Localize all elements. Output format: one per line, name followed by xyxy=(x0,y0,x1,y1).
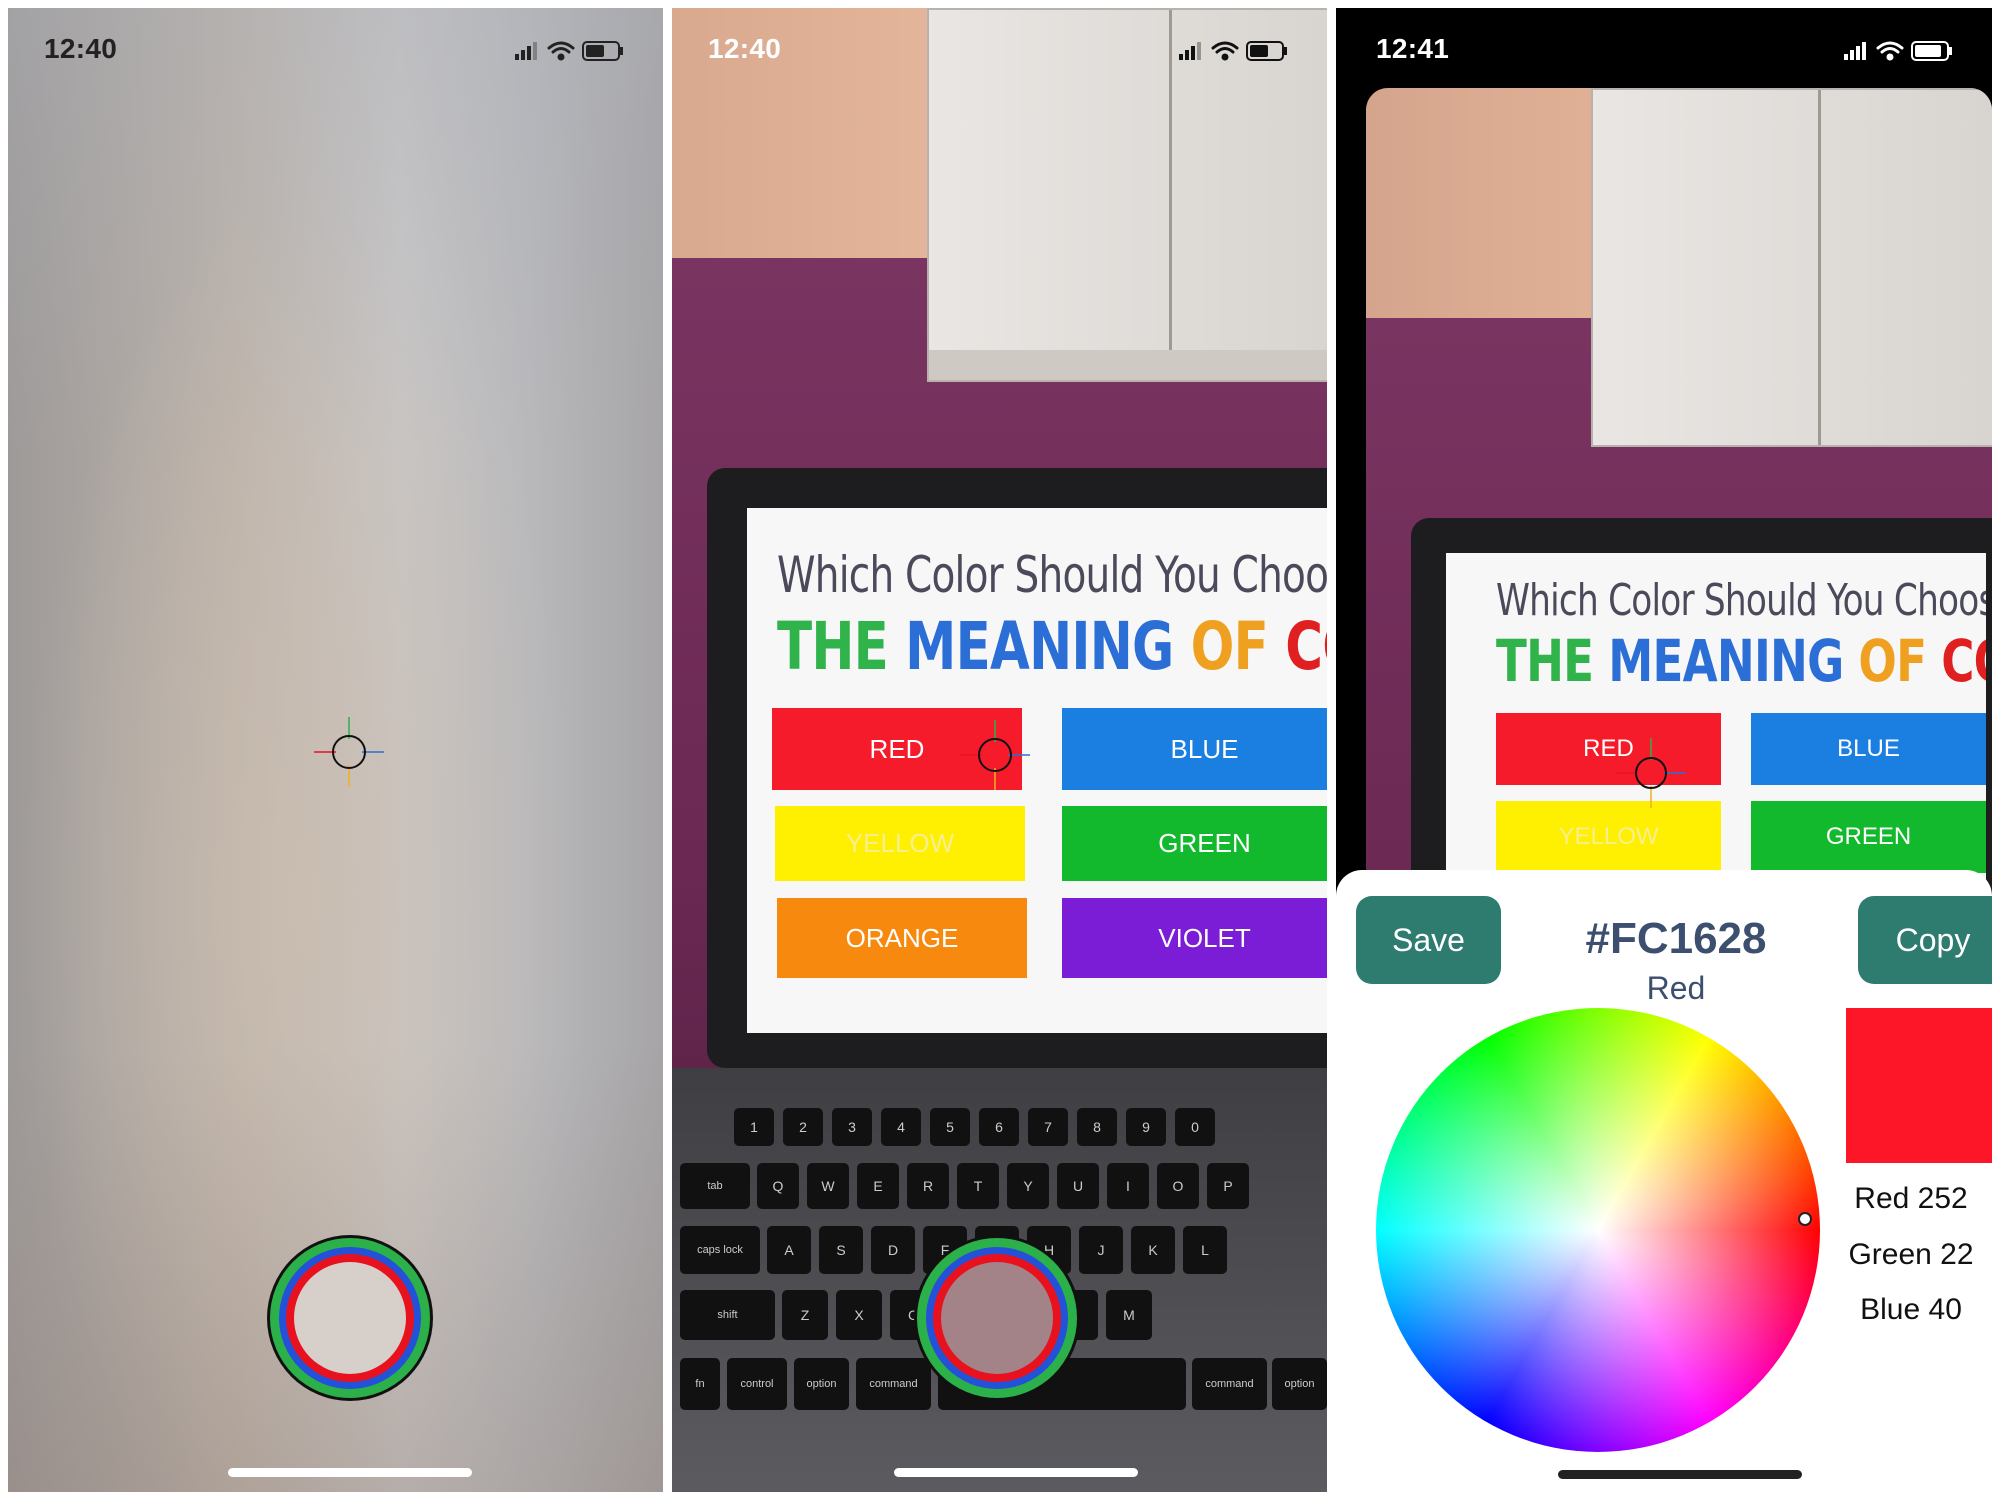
keyboard-key-tab: tab xyxy=(680,1163,750,1209)
keyboard-key: 7 xyxy=(1028,1108,1068,1146)
tile-violet: VIOLET xyxy=(1062,898,1327,978)
keyboard-key: R xyxy=(907,1163,949,1209)
status-icons xyxy=(1179,41,1287,61)
camera-screen-laptop: Which Color Should You Choose? THE MEANI… xyxy=(672,8,1327,1492)
keyboard-key: P xyxy=(1207,1163,1249,1209)
tile-blue: BLUE xyxy=(1062,708,1327,790)
tile-yellow: YELLOW xyxy=(775,806,1025,881)
screen-headline: THE MEANING OF COLORS xyxy=(1496,627,1986,695)
keyboard-key-shift: shift xyxy=(680,1290,775,1340)
keyboard-key: I xyxy=(1107,1163,1149,1209)
tile-green: GREEN xyxy=(1751,801,1986,873)
keyboard-key-command: command xyxy=(856,1358,931,1410)
status-time: 12:41 xyxy=(1376,33,1450,64)
color-wheel[interactable] xyxy=(1376,1008,1820,1452)
crosshair-icon xyxy=(314,717,384,787)
cellular-signal-icon xyxy=(1179,42,1201,60)
wifi-icon xyxy=(1211,41,1239,61)
status-icons xyxy=(515,41,623,61)
color-swatch xyxy=(1846,1008,1992,1163)
tile-green: GREEN xyxy=(1062,806,1327,881)
keyboard-key: 0 xyxy=(1175,1108,1215,1146)
captured-photo: Which Color Should You Choose? THE MEANI… xyxy=(1366,88,1992,908)
laptop-screen: Which Color Should You Choose? THE MEANI… xyxy=(747,508,1327,1033)
home-indicator[interactable] xyxy=(1558,1470,1802,1479)
battery-icon xyxy=(1911,41,1952,61)
keyboard-key: 9 xyxy=(1126,1108,1166,1146)
hex-value: #FC1628 xyxy=(1585,914,1767,963)
keyboard-key: K xyxy=(1131,1226,1175,1274)
wifi-icon xyxy=(1876,41,1904,61)
tile-yellow: YELLOW xyxy=(1496,801,1721,873)
keyboard-key-command: command xyxy=(1192,1358,1267,1410)
keyboard-key: X xyxy=(836,1290,882,1340)
cellular-signal-icon xyxy=(515,42,537,60)
wheel-selector-handle[interactable] xyxy=(1798,1212,1812,1226)
keyboard-key-option: option xyxy=(794,1358,849,1410)
screen-question: Which Color Should You Choose? xyxy=(777,546,1327,604)
home-indicator[interactable] xyxy=(228,1468,472,1477)
keyboard-key: T xyxy=(957,1163,999,1209)
battery-icon xyxy=(1246,41,1287,61)
green-value: Green 22 xyxy=(1848,1238,1974,1271)
keyboard-key: U xyxy=(1057,1163,1099,1209)
keyboard-key: 3 xyxy=(832,1108,872,1146)
laptop-screen: Which Color Should You Choose? THE MEANI… xyxy=(1446,553,1986,908)
screen-question: Which Color Should You Choose? xyxy=(1496,575,1986,626)
keyboard-key: 4 xyxy=(881,1108,921,1146)
keyboard-key: Z xyxy=(782,1290,828,1340)
blue-value: Blue 40 xyxy=(1860,1293,1962,1326)
keyboard-key: W xyxy=(807,1163,849,1209)
keyboard-key-fn: fn xyxy=(680,1358,720,1410)
keyboard-key: 5 xyxy=(930,1108,970,1146)
keyboard-key: M xyxy=(1106,1290,1152,1340)
keyboard-key: 2 xyxy=(783,1108,823,1146)
status-bar: 12:40 xyxy=(8,8,663,93)
cellular-signal-icon xyxy=(1844,42,1866,60)
keyboard-key: L xyxy=(1183,1226,1227,1274)
capture-button[interactable] xyxy=(912,1233,1082,1403)
keyboard-key: J xyxy=(1079,1226,1123,1274)
camera-screen-empty: 12:40 xyxy=(8,8,663,1492)
keyboard-key-option: option xyxy=(1272,1358,1327,1410)
cabinet xyxy=(1591,88,1992,447)
red-value: Red 252 xyxy=(1854,1182,1968,1215)
keyboard-key-caps: caps lock xyxy=(680,1226,760,1274)
tile-red: RED xyxy=(1496,713,1721,785)
wifi-icon xyxy=(547,41,575,61)
capture-button[interactable] xyxy=(265,1233,435,1403)
keyboard-key: 6 xyxy=(979,1108,1019,1146)
screen-headline: THE MEANING OF COLORS xyxy=(777,608,1327,685)
save-button[interactable]: Save xyxy=(1356,896,1501,984)
keyboard-key: S xyxy=(819,1226,863,1274)
status-bar: 12:41 xyxy=(1336,8,1992,93)
battery-icon xyxy=(582,41,623,61)
status-icons xyxy=(1844,41,1952,61)
keyboard-key: 1 xyxy=(734,1108,774,1146)
crosshair-icon xyxy=(960,720,1030,790)
status-time: 12:40 xyxy=(708,33,782,64)
tile-orange: ORANGE xyxy=(777,898,1027,978)
status-bar: 12:40 xyxy=(672,8,1327,93)
keyboard-key-control: control xyxy=(727,1358,787,1410)
copy-button[interactable]: Copy xyxy=(1858,896,1992,984)
color-detail-sheet: Save Copy #FC1628 Red Red 252 Green 22 B… xyxy=(1336,870,1992,1492)
color-name: Red xyxy=(1646,970,1706,1006)
keyboard-key: E xyxy=(857,1163,899,1209)
keyboard-key: O xyxy=(1157,1163,1199,1209)
keyboard-key: Q xyxy=(757,1163,799,1209)
keyboard-key: Y xyxy=(1007,1163,1049,1209)
crosshair-icon xyxy=(1616,738,1686,808)
keyboard-key: 8 xyxy=(1077,1108,1117,1146)
keyboard-key: D xyxy=(871,1226,915,1274)
color-result-screen: 12:41 Which Color Should You Choose? THE… xyxy=(1336,8,1992,1492)
status-time: 12:40 xyxy=(44,33,118,64)
keyboard-key: A xyxy=(767,1226,811,1274)
home-indicator[interactable] xyxy=(894,1468,1138,1477)
tile-blue: BLUE xyxy=(1751,713,1986,785)
